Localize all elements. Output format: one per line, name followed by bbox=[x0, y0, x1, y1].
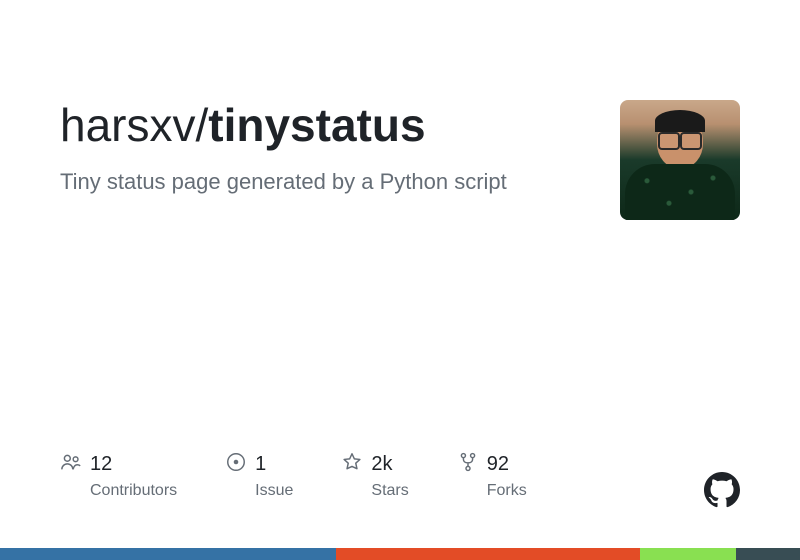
stars-label: Stars bbox=[371, 482, 408, 500]
stat-contributors[interactable]: 12 Contributors bbox=[60, 451, 177, 500]
people-icon bbox=[60, 451, 82, 478]
stats-row: 12 Contributors 1 Issue 2k Stars 92 Fork… bbox=[60, 451, 740, 500]
stat-forks[interactable]: 92 Forks bbox=[457, 451, 527, 500]
repo-name[interactable]: tinystatus bbox=[208, 99, 425, 151]
star-icon bbox=[341, 451, 363, 478]
repo-owner[interactable]: harsxv bbox=[60, 99, 195, 151]
language-segment bbox=[736, 548, 800, 560]
contributors-value: 12 bbox=[90, 453, 112, 476]
repo-separator: / bbox=[195, 99, 208, 151]
language-segment bbox=[640, 548, 736, 560]
repo-description: Tiny status page generated by a Python s… bbox=[60, 169, 620, 195]
stat-issues[interactable]: 1 Issue bbox=[225, 451, 293, 500]
owner-avatar[interactable] bbox=[620, 100, 740, 220]
stat-stars[interactable]: 2k Stars bbox=[341, 451, 408, 500]
language-segment bbox=[0, 548, 336, 560]
issue-icon bbox=[225, 451, 247, 478]
fork-icon bbox=[457, 451, 479, 478]
forks-label: Forks bbox=[487, 482, 527, 500]
issues-value: 1 bbox=[255, 453, 266, 476]
repo-title: harsxv/tinystatus bbox=[60, 100, 620, 151]
forks-value: 92 bbox=[487, 453, 509, 476]
language-bar bbox=[0, 548, 800, 560]
issues-label: Issue bbox=[255, 482, 293, 500]
contributors-label: Contributors bbox=[90, 482, 177, 500]
github-logo-icon[interactable] bbox=[704, 472, 740, 508]
language-segment bbox=[336, 548, 640, 560]
stars-value: 2k bbox=[371, 453, 392, 476]
